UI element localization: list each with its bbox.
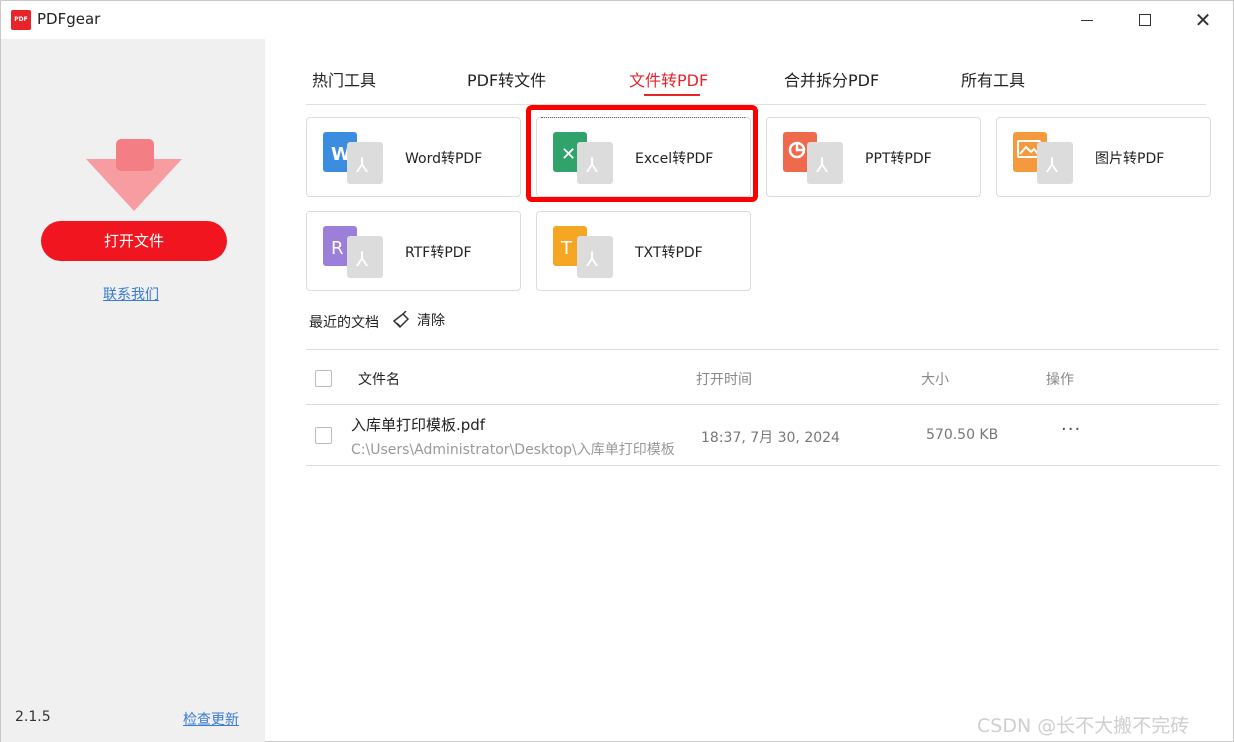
excel-to-pdf-card[interactable]: ✕ ⅄ Excel转PDF bbox=[536, 117, 751, 197]
svg-text:⅄: ⅄ bbox=[815, 153, 829, 177]
tool-label: RTF转PDF bbox=[405, 245, 472, 261]
minimize-icon bbox=[1081, 19, 1093, 21]
close-button[interactable]: ✕ bbox=[1180, 5, 1226, 35]
app-logo-icon: PDF bbox=[11, 10, 31, 30]
tab-file-to-pdf[interactable]: 文件转PDF bbox=[629, 67, 708, 91]
svg-text:⅄: ⅄ bbox=[585, 153, 599, 177]
minimize-button[interactable] bbox=[1064, 5, 1110, 35]
image-icon: ⅄ bbox=[1013, 132, 1073, 184]
open-time: 18:37, 7月 30, 2024 bbox=[701, 430, 840, 446]
tab-all-tools[interactable]: 所有工具 bbox=[961, 67, 1025, 91]
recent-documents-title: 最近的文档 bbox=[309, 315, 379, 331]
tool-label: 图片转PDF bbox=[1095, 151, 1165, 167]
rtf-icon: R ⅄ bbox=[323, 226, 383, 278]
svg-text:⅄: ⅄ bbox=[355, 247, 369, 271]
sidebar: 打开文件 联系我们 2.1.5 检查更新 bbox=[1, 39, 265, 742]
column-name: 文件名 bbox=[358, 372, 400, 388]
recent-table: 文件名 打开时间 大小 操作 入库单打印模板.pdf C:\Users\Admi… bbox=[306, 349, 1219, 466]
file-name: 入库单打印模板.pdf bbox=[351, 416, 486, 434]
svg-text:✕: ✕ bbox=[561, 144, 576, 165]
maximize-button[interactable] bbox=[1122, 5, 1168, 35]
word-icon: W ⅄ bbox=[323, 132, 383, 184]
tab-merge-split[interactable]: 合并拆分PDF bbox=[784, 67, 879, 91]
open-file-button[interactable]: 打开文件 bbox=[41, 221, 227, 261]
tool-label: Word转PDF bbox=[405, 151, 483, 167]
tab-bar: 热门工具 PDF转文件 文件转PDF 合并拆分PDF 所有工具 bbox=[306, 63, 1206, 105]
column-action: 操作 bbox=[1046, 372, 1074, 388]
table-row[interactable]: 入库单打印模板.pdf C:\Users\Administrator\Deskt… bbox=[306, 405, 1219, 466]
table-header: 文件名 打开时间 大小 操作 bbox=[306, 349, 1219, 405]
image-to-pdf-card[interactable]: ⅄ 图片转PDF bbox=[996, 117, 1211, 197]
contact-us-link[interactable]: 联系我们 bbox=[103, 284, 159, 304]
row-checkbox[interactable] bbox=[315, 427, 332, 444]
close-icon: ✕ bbox=[1194, 8, 1212, 32]
focus-outline bbox=[541, 117, 745, 118]
svg-text:⅄: ⅄ bbox=[585, 247, 599, 271]
column-size: 大小 bbox=[921, 372, 949, 388]
clear-button[interactable]: 清除 bbox=[391, 310, 445, 330]
check-update-link[interactable]: 检查更新 bbox=[183, 709, 239, 729]
maximize-icon bbox=[1139, 14, 1151, 26]
tool-label: Excel转PDF bbox=[635, 151, 714, 167]
ppt-to-pdf-card[interactable]: ⅄ PPT转PDF bbox=[766, 117, 981, 197]
excel-icon: ✕ ⅄ bbox=[553, 132, 613, 184]
svg-text:R: R bbox=[331, 238, 344, 259]
column-time: 打开时间 bbox=[696, 372, 752, 388]
svg-text:⅄: ⅄ bbox=[355, 153, 369, 177]
tab-hot-tools[interactable]: 热门工具 bbox=[312, 67, 376, 91]
broom-icon bbox=[392, 311, 410, 329]
clear-label: 清除 bbox=[417, 313, 445, 329]
word-to-pdf-card[interactable]: W ⅄ Word转PDF bbox=[306, 117, 521, 197]
tool-label: PPT转PDF bbox=[865, 151, 932, 167]
version-label: 2.1.5 bbox=[15, 709, 51, 725]
ppt-icon: ⅄ bbox=[783, 132, 843, 184]
more-actions-icon[interactable]: ··· bbox=[1061, 419, 1081, 440]
title-bar: PDF PDFgear ✕ bbox=[1, 1, 1233, 39]
watermark: CSDN @长不大搬不完砖 bbox=[977, 715, 1190, 737]
tab-pdf-to-file[interactable]: PDF转文件 bbox=[467, 67, 546, 91]
app-window: PDF PDFgear ✕ 打开文件 联系我们 2.1.5 检查更新 热门工具 … bbox=[0, 0, 1234, 742]
file-size: 570.50 KB bbox=[926, 427, 999, 443]
txt-to-pdf-card[interactable]: T ⅄ TXT转PDF bbox=[536, 211, 751, 291]
select-all-checkbox[interactable] bbox=[315, 370, 332, 387]
txt-icon: T ⅄ bbox=[553, 226, 613, 278]
svg-text:T: T bbox=[560, 238, 573, 259]
app-title: PDFgear bbox=[37, 10, 101, 28]
svg-text:⅄: ⅄ bbox=[1045, 153, 1059, 177]
rtf-to-pdf-card[interactable]: R ⅄ RTF转PDF bbox=[306, 211, 521, 291]
active-tab-indicator bbox=[644, 94, 700, 96]
tool-label: TXT转PDF bbox=[635, 245, 703, 261]
file-path: C:\Users\Administrator\Desktop\入库单打印模板 bbox=[351, 442, 675, 458]
